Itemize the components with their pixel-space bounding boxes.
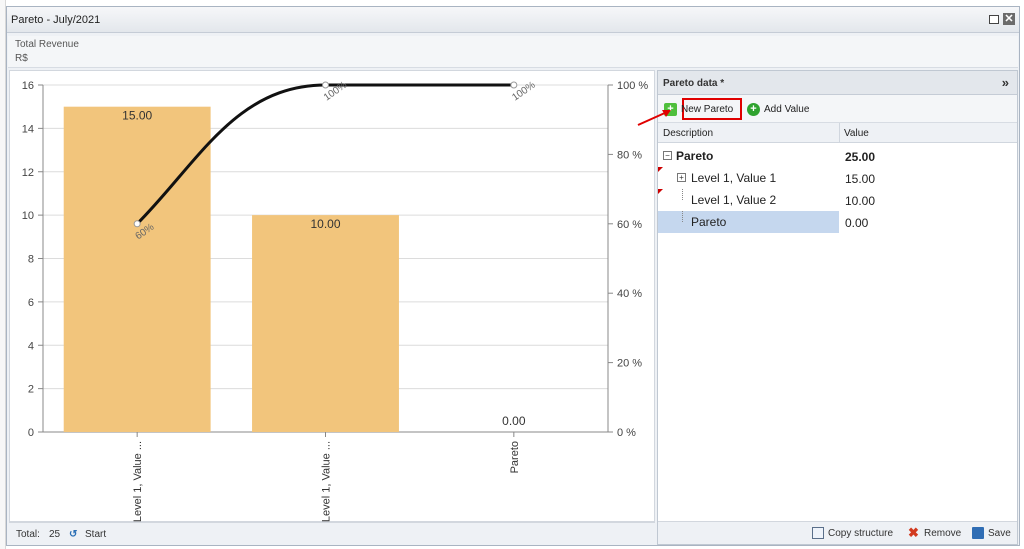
y-tick-label: 14 — [22, 123, 34, 135]
cumulative-point — [133, 220, 141, 228]
y2-tick-label: 100 % — [617, 80, 648, 92]
y-tick-label: 16 — [22, 80, 34, 92]
add-value-label: Add Value — [764, 103, 810, 115]
start-button[interactable]: Start — [85, 529, 106, 540]
pareto-chart: 0 2 4 6 8 10 12 14 16 0 % 20 % 40 % 60 % 80 % 100 % 15.… — [9, 70, 655, 522]
row-value[interactable]: 15.00 — [845, 172, 875, 186]
grid-header: Description Value — [658, 123, 1017, 143]
bar-value-label: 15.00 — [122, 109, 152, 123]
add-circle-icon: + — [747, 102, 760, 116]
new-pareto-label: New Pareto — [681, 103, 734, 115]
row-description: Pareto — [691, 215, 727, 229]
column-separator — [839, 123, 840, 143]
close-icon[interactable]: ✕ — [1003, 13, 1015, 25]
y2-tick-label: 0 % — [617, 427, 636, 439]
tree-row-root[interactable]: − Pareto 25.00 — [658, 145, 1017, 167]
save-button[interactable]: Save — [972, 527, 1011, 539]
collapse-node-icon[interactable]: − — [663, 151, 672, 160]
y2-tick-label: 80 % — [617, 149, 642, 161]
copy-structure-button[interactable]: Copy structure — [812, 527, 893, 539]
selection-highlight — [658, 211, 839, 233]
bar-value-label: 10.00 — [310, 217, 340, 231]
remove-x-icon: ✖ — [908, 525, 919, 540]
start-icon[interactable]: ↺ — [69, 529, 77, 540]
row-value[interactable]: 10.00 — [845, 194, 875, 208]
row-value[interactable]: 0.00 — [845, 216, 868, 230]
window-titlebar: Pareto - July/2021 ✕ — [7, 7, 1019, 33]
cumulative-point — [510, 81, 518, 89]
tree-row-level1-value1[interactable]: + Level 1, Value 1 15.00 — [658, 167, 1017, 189]
column-value[interactable]: Value — [844, 128, 869, 139]
currency-label: R$ — [15, 53, 28, 64]
pareto-data-panel: Pareto data * » + New Pareto + Add Value… — [657, 70, 1018, 545]
y-tick-label: 10 — [22, 210, 34, 222]
x-tick-label: Level 1, Value ... — [321, 441, 333, 522]
modified-marker — [658, 189, 663, 194]
expand-node-icon[interactable]: + — [677, 173, 686, 182]
pareto-window: Pareto - July/2021 ✕ Total Revenue R$ 0 2… — [6, 6, 1020, 546]
remove-label: Remove — [924, 527, 962, 539]
window-title: Pareto - July/2021 — [11, 14, 101, 26]
total-label: Total: — [16, 529, 40, 540]
chart-subheader: Total Revenue R$ — [8, 36, 1018, 68]
row-description: Pareto — [676, 149, 714, 163]
y2-tick-label: 40 % — [617, 288, 642, 300]
save-label: Save — [988, 527, 1011, 539]
tree-connector — [682, 211, 683, 222]
copy-structure-label: Copy structure — [828, 527, 894, 539]
x-tick-label: Pareto — [509, 441, 521, 473]
y-tick-label: 12 — [22, 167, 34, 179]
add-value-button[interactable]: + Add Value — [747, 100, 809, 118]
tree-row-level1-value2[interactable]: Level 1, Value 2 10.00 — [658, 189, 1017, 211]
cumulative-point — [322, 81, 329, 89]
bar — [63, 106, 211, 432]
y-tick-label: 6 — [28, 297, 34, 309]
x-tick-label: Level 1, Value ... — [132, 441, 144, 522]
tree-connector — [682, 189, 683, 200]
y2-tick-label: 20 % — [617, 358, 642, 370]
total-value: 25 — [49, 529, 61, 540]
red-arrow-annotation — [637, 110, 671, 126]
measure-label: Total Revenue — [15, 39, 79, 50]
chart-svg: 0 2 4 6 8 10 12 14 16 0 % 20 % 40 % 60 % 80 % 100 % 15.… — [22, 80, 649, 522]
collapse-panel-icon[interactable]: » — [1002, 75, 1009, 90]
restore-icon[interactable] — [989, 15, 999, 24]
panel-title: Pareto data * — [663, 78, 725, 89]
panel-header: Pareto data * » — [658, 71, 1017, 95]
save-disk-icon — [972, 527, 984, 539]
y-tick-label: 2 — [28, 384, 34, 396]
row-value[interactable]: 25.00 — [845, 150, 875, 164]
panel-toolbar: + New Pareto + Add Value — [658, 95, 1017, 123]
y-tick-label: 4 — [28, 340, 34, 352]
row-description: Level 1, Value 2 — [691, 193, 777, 207]
y2-tick-label: 60 % — [617, 219, 642, 231]
bar-value-label: 0.00 — [502, 414, 526, 428]
row-description: Level 1, Value 1 — [691, 171, 777, 185]
modified-marker — [658, 167, 663, 172]
panel-footer: Copy structure ✖ Remove Save — [658, 521, 1017, 544]
y-tick-label: 8 — [28, 254, 34, 266]
y-tick-label: 0 — [28, 427, 34, 439]
tree-row-pareto-child[interactable]: Pareto 0.00 — [658, 211, 1017, 233]
remove-button[interactable]: ✖ Remove — [908, 525, 962, 540]
copy-icon — [812, 527, 824, 539]
bar — [252, 215, 399, 432]
chart-footer: Total: 25 ↺ Start — [9, 522, 655, 545]
